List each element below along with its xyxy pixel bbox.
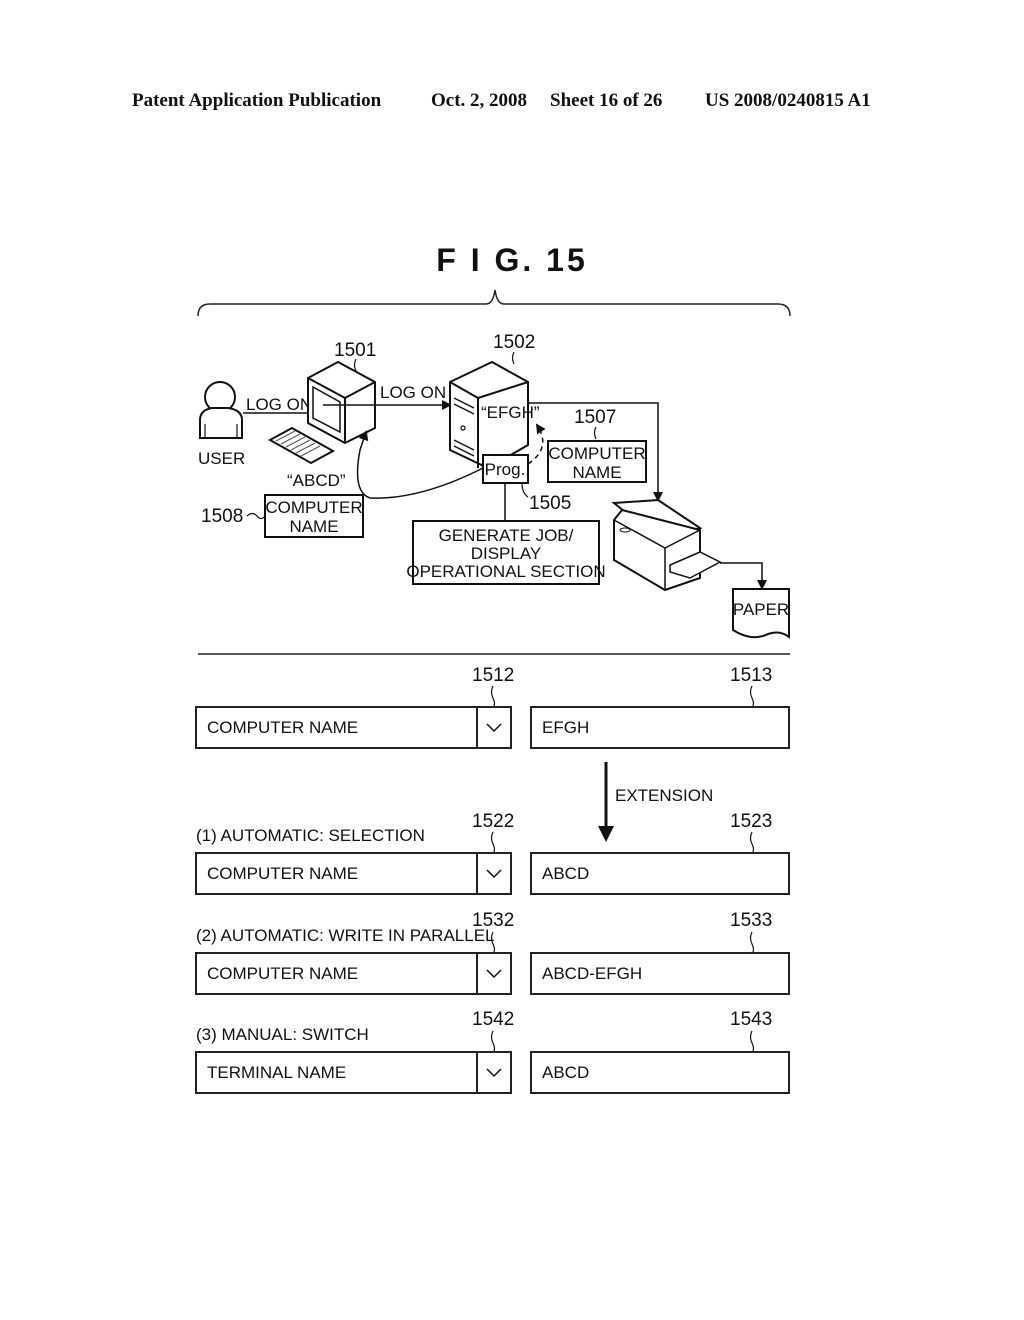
chevron-down-icon[interactable] (476, 1053, 510, 1092)
field-value: ABCD-EFGH (542, 963, 643, 983)
field-value: ABCD (542, 863, 590, 883)
user-label: USER (198, 449, 245, 468)
server-computer-name-line2: NAME (572, 463, 621, 482)
mode-caption: (3) MANUAL: SWITCH (196, 1025, 369, 1044)
user-icon (199, 381, 243, 439)
field-value: EFGH (542, 717, 590, 737)
server-computer-name-line1: COMPUTER (548, 444, 645, 463)
field-value: ABCD (542, 1062, 590, 1082)
select-ref: 1522 (472, 811, 515, 832)
select-ref: 1542 (472, 1009, 515, 1030)
chevron-down-icon[interactable] (476, 854, 510, 893)
name-type-select[interactable]: COMPUTER NAME (195, 952, 512, 995)
keyboard-icon (267, 426, 336, 465)
log-on-label-2: LOG ON (380, 383, 446, 402)
name-field[interactable]: ABCD (530, 1051, 790, 1094)
server-ref: 1502 (493, 332, 535, 353)
field-ref: 1523 (730, 811, 773, 832)
name-field[interactable]: ABCD (530, 852, 790, 895)
select-ref: 1532 (472, 910, 515, 931)
chevron-down-icon[interactable] (476, 708, 510, 747)
name-field[interactable]: EFGH (530, 706, 790, 749)
terminal-computer-name-ref: 1508 (201, 506, 243, 527)
chevron-down-icon[interactable] (476, 954, 510, 993)
prog-label: Prog. (485, 460, 526, 479)
name-type-select[interactable]: COMPUTER NAME (195, 706, 512, 749)
paper-label: PAPER (733, 600, 789, 619)
log-on-label-1: LOG ON (246, 395, 312, 414)
prog-ref: 1505 (529, 493, 571, 514)
terminal-computer-name-line2: NAME (289, 517, 338, 536)
extension-label: EXTENSION (615, 786, 714, 805)
mode-caption: (1) AUTOMATIC: SELECTION (196, 826, 425, 845)
terminal-computer-name-line1: COMPUTER (265, 498, 362, 517)
field-ref: 1533 (730, 910, 773, 931)
terminal-name: “ABCD” (287, 471, 346, 490)
select-value: COMPUTER NAME (207, 863, 359, 883)
terminal-computer-icon (307, 360, 376, 445)
name-type-select[interactable]: COMPUTER NAME (195, 852, 512, 895)
job-box-line3: OPERATIONAL SECTION (406, 562, 605, 581)
server-name: “EFGH” (481, 403, 540, 422)
select-value: COMPUTER NAME (207, 717, 359, 737)
mode-caption: (2) AUTOMATIC: WRITE IN PARALLEL (196, 926, 495, 945)
name-type-select[interactable]: TERMINAL NAME (195, 1051, 512, 1094)
select-value: TERMINAL NAME (207, 1062, 347, 1082)
server-computer-name-ref: 1507 (574, 407, 616, 428)
system-diagram: USER LOG ON 1501 “ABCD” 1508 COMPUTER NA… (197, 289, 791, 1054)
field-ref: 1543 (730, 1009, 773, 1030)
job-box-line2: DISPLAY (471, 544, 542, 563)
printer-icon (611, 498, 722, 592)
field-ref: 1513 (730, 665, 773, 686)
select-ref: 1512 (472, 665, 515, 686)
figure-brace (197, 289, 791, 317)
job-box-line1: GENERATE JOB/ (439, 526, 574, 545)
name-field[interactable]: ABCD-EFGH (530, 952, 790, 995)
terminal-ref: 1501 (334, 340, 376, 361)
select-value: COMPUTER NAME (207, 963, 359, 983)
